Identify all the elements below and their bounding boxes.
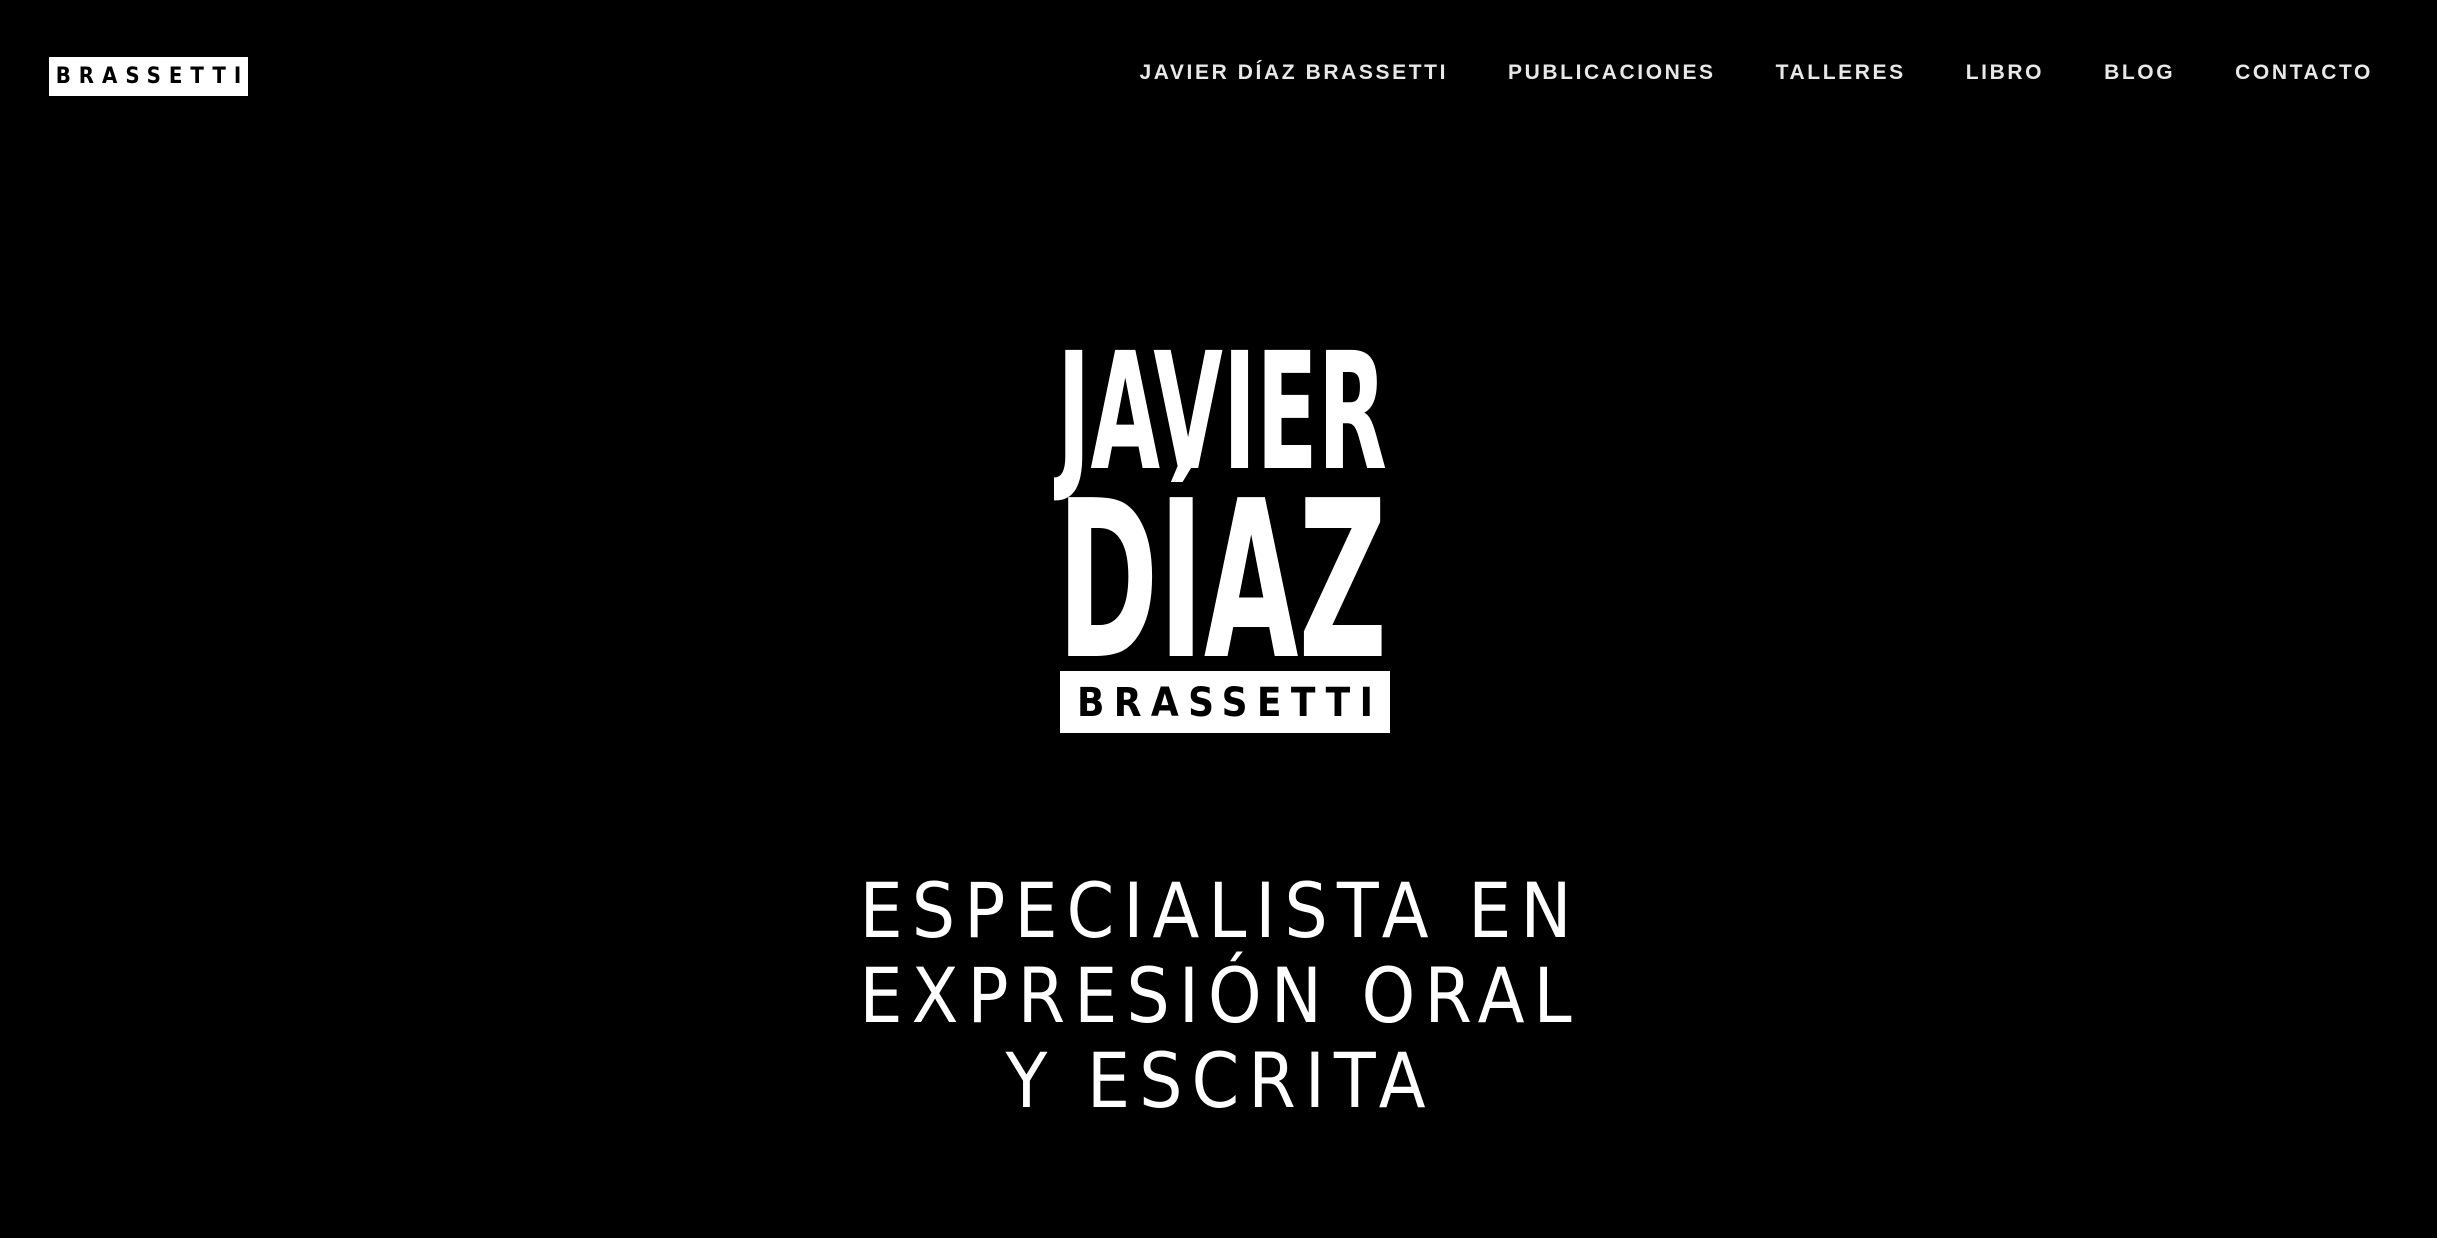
brand-logo-text: BRASSETTI: [55, 64, 250, 89]
tagline-line-2: EXPRESIÓN ORAL: [859, 951, 1581, 1040]
hero-logo-line3: BRASSETTI: [1077, 680, 1373, 726]
site-header: BRASSETTI JAVIER DÍAZ BRASSETTI PUBLICAC…: [0, 0, 2437, 146]
brand-logo-link[interactable]: BRASSETTI: [49, 57, 248, 96]
hero-logo-line2: DÍAZ: [1057, 454, 1387, 708]
tagline-line-3: Y ESCRITA: [1005, 1036, 1435, 1125]
nav-item-contacto[interactable]: CONTACTO: [2235, 61, 2373, 85]
nav-item-blog[interactable]: BLOG: [2104, 61, 2175, 85]
hero-logo: JAVIER DÍAZ BRASSETTI: [1054, 340, 1390, 736]
main-navigation: JAVIER DÍAZ BRASSETTI PUBLICACIONES TALL…: [1079, 58, 2373, 88]
nav-item-javier-diaz-brassetti[interactable]: JAVIER DÍAZ BRASSETTI: [1139, 61, 1448, 85]
nav-item-libro[interactable]: LIBRO: [1966, 61, 2044, 85]
nav-item-talleres[interactable]: TALLERES: [1776, 61, 1906, 85]
nav-item-publicaciones[interactable]: PUBLICACIONES: [1508, 61, 1716, 85]
tagline-line-1: ESPECIALISTA EN: [859, 866, 1581, 955]
hero-tagline: ESPECIALISTA EN EXPRESIÓN ORAL Y ESCRITA: [800, 868, 1640, 1123]
